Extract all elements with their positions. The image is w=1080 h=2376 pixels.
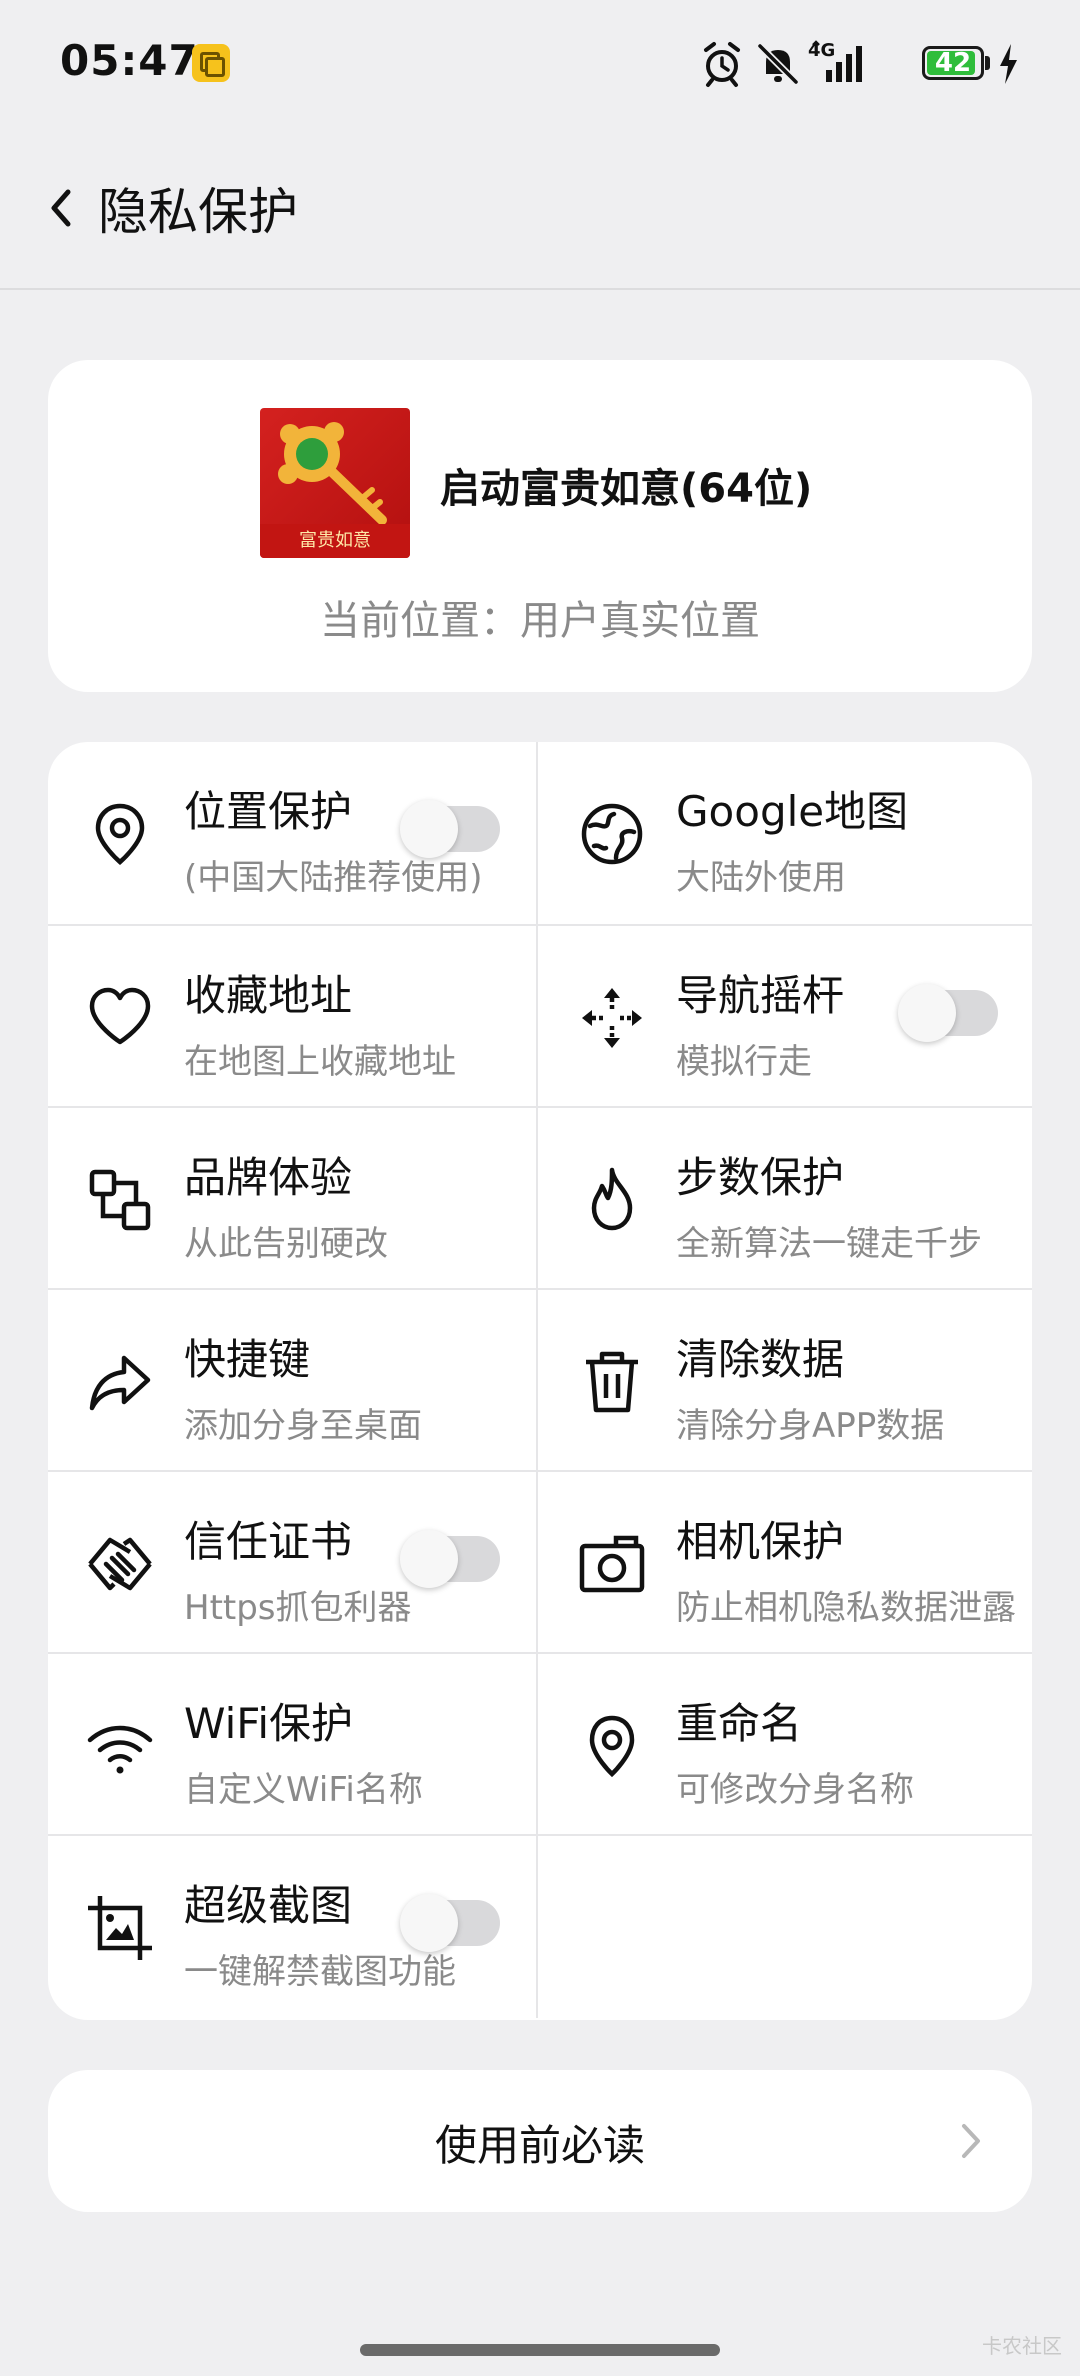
handshake-icon xyxy=(88,1537,152,1591)
read-before-use-button[interactable]: 使用前必读 xyxy=(48,2070,1032,2212)
wifi-icon xyxy=(87,1725,153,1774)
feature-subtitle: 全新算法一键走千步 xyxy=(676,1224,982,1264)
signal-icon xyxy=(812,40,862,82)
feature-title: 导航摇杆 xyxy=(676,971,845,1020)
alarm-icon xyxy=(704,42,740,87)
feature-navigation-joystick[interactable]: 导航摇杆 模拟行走 xyxy=(540,926,1030,1108)
battery-percent: 42 xyxy=(934,48,972,78)
feature-grid: 位置保护 (中国大陆推荐使用) Google地图 大陆外使用 收藏地址 在地图上… xyxy=(48,742,1032,2020)
feature-subtitle: 清除分身APP数据 xyxy=(676,1406,945,1446)
feature-trust-certificate[interactable]: 信任证书 Https抓包利器 xyxy=(48,1472,538,1654)
feature-rename[interactable]: 重命名 可修改分身名称 xyxy=(540,1654,1030,1836)
toggle-knob xyxy=(400,800,458,858)
feature-title: 位置保护 xyxy=(184,787,353,836)
feature-super-screenshot[interactable]: 超级截图 一键解禁截图功能 xyxy=(48,1836,538,2018)
feature-title: 超级截图 xyxy=(184,1881,353,1930)
mute-icon xyxy=(757,43,799,85)
read-before-use-label: 使用前必读 xyxy=(434,2121,645,2170)
feature-title: Google地图 xyxy=(676,787,909,836)
feature-subtitle: 大陆外使用 xyxy=(676,858,846,898)
feature-subtitle: 从此告别硬改 xyxy=(184,1224,388,1264)
toggle-knob xyxy=(400,1894,458,1952)
globe-icon xyxy=(581,803,643,865)
feature-clear-data[interactable]: 清除数据 清除分身APP数据 xyxy=(540,1290,1030,1472)
camera-icon xyxy=(579,1535,645,1593)
navigation-joystick-toggle[interactable] xyxy=(898,984,998,1042)
app-logo-icon: 富贵如意 xyxy=(260,408,410,558)
feature-location-protection[interactable]: 位置保护 (中国大陆推荐使用) xyxy=(48,742,538,924)
feature-step-protection[interactable]: 步数保护 全新算法一键走千步 xyxy=(540,1108,1030,1290)
feature-title: 清除数据 xyxy=(676,1335,845,1384)
brand-devices-icon xyxy=(89,1169,151,1231)
notification-app-icon xyxy=(192,44,230,82)
feature-brand-experience[interactable]: 品牌体验 从此告别硬改 xyxy=(48,1108,538,1290)
location-protection-toggle[interactable] xyxy=(400,800,500,858)
toggle-knob xyxy=(400,1530,458,1588)
feature-title: WiFi保护 xyxy=(184,1699,354,1748)
feature-subtitle: 可修改分身名称 xyxy=(676,1770,914,1810)
current-location: 当前位置：用户真实位置 xyxy=(320,598,760,644)
feature-title: 步数保护 xyxy=(676,1153,845,1202)
privacy-protection-screen: 05:47 4G 42 隐私保护 富贵如意 启动富贵如意(64位) 当前位置：用… xyxy=(0,0,1080,2376)
app-header: 隐私保护 xyxy=(0,130,1080,290)
status-bar: 05:47 4G 42 xyxy=(0,0,1080,130)
app-name: 启动富贵如意(64位) xyxy=(440,466,813,512)
feature-wifi-protection[interactable]: WiFi保护 自定义WiFi名称 xyxy=(48,1654,538,1836)
feature-shortcut[interactable]: 快捷键 添加分身至桌面 xyxy=(48,1290,538,1472)
feature-subtitle: Https抓包利器 xyxy=(184,1588,412,1628)
feature-title: 收藏地址 xyxy=(184,971,353,1020)
app-logo-label: 富贵如意 xyxy=(260,524,410,558)
feature-title: 品牌体验 xyxy=(184,1153,353,1202)
chevron-left-icon[interactable] xyxy=(42,178,82,238)
status-time: 05:47 xyxy=(60,36,199,85)
super-screenshot-toggle[interactable] xyxy=(400,1894,500,1952)
home-indicator[interactable] xyxy=(360,2344,720,2356)
watermark: 卡农社区 xyxy=(982,2334,1062,2358)
feature-subtitle: 添加分身至桌面 xyxy=(184,1406,422,1446)
share-arrow-icon xyxy=(89,1355,151,1411)
feature-subtitle: 在地图上收藏地址 xyxy=(184,1042,456,1082)
page-title: 隐私保护 xyxy=(98,183,298,241)
flame-icon xyxy=(591,1167,633,1231)
trust-certificate-toggle[interactable] xyxy=(400,1530,500,1588)
trash-icon xyxy=(586,1351,638,1413)
feature-subtitle: 一键解禁截图功能 xyxy=(184,1952,456,1992)
empty-cell xyxy=(540,1836,1030,2018)
crop-image-icon xyxy=(88,1896,152,1960)
location-pin-icon xyxy=(589,1715,635,1778)
feature-title: 快捷键 xyxy=(184,1335,311,1384)
feature-camera-protection[interactable]: 相机保护 防止相机隐私数据泄露 xyxy=(540,1472,1030,1654)
battery-cap xyxy=(985,56,990,70)
toggle-knob xyxy=(898,984,956,1042)
feature-subtitle: (中国大陆推荐使用) xyxy=(184,858,483,898)
feature-title: 重命名 xyxy=(676,1699,803,1748)
feature-subtitle: 防止相机隐私数据泄露 xyxy=(676,1588,1016,1628)
feature-subtitle: 模拟行走 xyxy=(676,1042,812,1082)
feature-title: 相机保护 xyxy=(676,1517,845,1566)
feature-subtitle: 自定义WiFi名称 xyxy=(184,1770,423,1810)
status-icons: 4G 42 xyxy=(700,40,1020,88)
feature-favorite-address[interactable]: 收藏地址 在地图上收藏地址 xyxy=(48,926,538,1108)
heart-icon xyxy=(89,987,151,1045)
app-info-card[interactable]: 富贵如意 启动富贵如意(64位) 当前位置：用户真实位置 xyxy=(48,360,1032,692)
feature-google-map[interactable]: Google地图 大陆外使用 xyxy=(540,742,1030,924)
battery-icon: 42 xyxy=(922,46,984,80)
charging-icon xyxy=(1000,44,1017,84)
move-arrows-icon xyxy=(582,988,642,1048)
chevron-right-icon xyxy=(962,2124,980,2158)
location-pin-icon xyxy=(95,803,145,865)
feature-title: 信任证书 xyxy=(184,1517,353,1566)
